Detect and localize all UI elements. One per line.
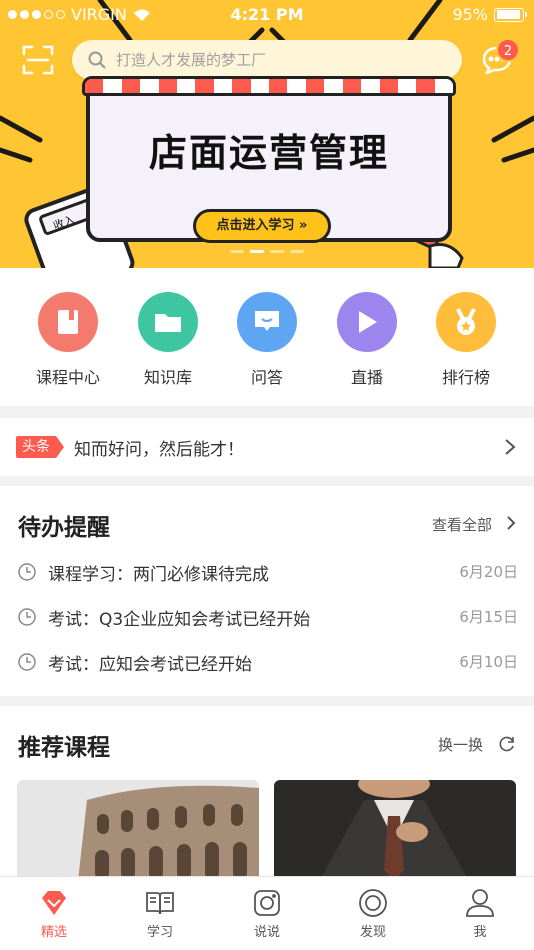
headline-tag: 头条 bbox=[16, 436, 64, 458]
banner-learn-button[interactable]: 点击进入学习 » bbox=[193, 209, 331, 243]
clock-icon bbox=[18, 653, 36, 671]
nav-live[interactable]: 直播 bbox=[327, 292, 407, 388]
search-bar[interactable] bbox=[72, 40, 462, 80]
todo-item[interactable]: 考试：Q3企业应知会考试已经开始 6月15日 bbox=[18, 605, 518, 630]
clock-icon bbox=[18, 608, 36, 626]
pager-dot bbox=[230, 250, 244, 253]
headline-bar[interactable]: 头条 知而好问，然后能才！ bbox=[0, 418, 534, 476]
chat-icon bbox=[237, 292, 297, 352]
open-book-icon bbox=[146, 892, 174, 915]
message-badge: 2 bbox=[496, 38, 520, 62]
todo-view-all-label: 查看全部 bbox=[432, 516, 493, 534]
nav-label: 课程中心 bbox=[35, 368, 100, 387]
todo-title: 待办提醒 bbox=[18, 515, 110, 541]
nav-leaderboard[interactable]: 排行榜 bbox=[426, 292, 506, 388]
chevron-right-icon bbox=[505, 439, 516, 455]
chevron-right-icon bbox=[507, 516, 516, 530]
pager-dot-active bbox=[250, 250, 264, 253]
nav-knowledge-base[interactable]: 知识库 bbox=[128, 292, 208, 388]
bottom-tab-bar: 精选 学习 说说 发现 我 bbox=[0, 876, 534, 950]
play-icon bbox=[337, 292, 397, 352]
camera-icon bbox=[254, 890, 280, 916]
search-icon bbox=[88, 51, 106, 69]
nav-label: 排行榜 bbox=[441, 368, 490, 387]
tab-me[interactable]: 我 bbox=[445, 887, 515, 940]
quick-nav: 课程中心 知识库 问答 直播 排行榜 bbox=[0, 268, 534, 406]
tab-posts[interactable]: 说说 bbox=[232, 887, 302, 940]
course-card[interactable] bbox=[17, 780, 259, 878]
businessman-image bbox=[274, 780, 516, 878]
refresh-button[interactable]: 换一换 bbox=[438, 734, 483, 755]
battery-icon bbox=[494, 7, 527, 22]
todo-item-text: 课程学习：两门必修课待完成 bbox=[48, 565, 269, 585]
tab-label: 发现 bbox=[359, 925, 386, 940]
todo-view-all-button[interactable]: 查看全部 bbox=[432, 514, 492, 535]
recommend-section: 推荐课程 换一换 bbox=[0, 706, 534, 878]
nav-qa[interactable]: 问答 bbox=[227, 292, 307, 388]
battery-percent: 95% bbox=[452, 5, 488, 24]
diamond-icon bbox=[42, 891, 66, 915]
tab-label: 说说 bbox=[253, 925, 280, 940]
tab-study[interactable]: 学习 bbox=[125, 887, 195, 940]
banner-awning bbox=[82, 76, 456, 96]
todo-item[interactable]: 课程学习：两门必修课待完成 6月20日 bbox=[18, 560, 518, 585]
nav-course-center[interactable]: 课程中心 bbox=[28, 292, 108, 388]
folder-icon bbox=[138, 292, 198, 352]
book-icon bbox=[38, 292, 98, 352]
nav-label: 直播 bbox=[350, 368, 383, 387]
nav-label: 问答 bbox=[250, 368, 283, 387]
todo-section: 待办提醒 查看全部 课程学习：两门必修课待完成 6月20日 考试：Q3企业应知会… bbox=[0, 486, 534, 696]
headline-text: 知而好问，然后能才！ bbox=[74, 440, 244, 460]
tab-discover[interactable]: 发现 bbox=[338, 887, 408, 940]
banner-pager bbox=[0, 250, 534, 253]
clock-icon bbox=[18, 563, 36, 581]
tab-label: 精选 bbox=[40, 925, 67, 940]
recommend-title: 推荐课程 bbox=[18, 735, 110, 761]
refresh-label: 换一换 bbox=[438, 736, 484, 754]
tab-featured[interactable]: 精选 bbox=[19, 887, 89, 940]
todo-item-text: 考试：Q3企业应知会考试已经开始 bbox=[48, 610, 311, 630]
tab-label: 学习 bbox=[146, 925, 173, 940]
nav-label: 知识库 bbox=[143, 368, 192, 387]
colosseum-image bbox=[17, 780, 259, 878]
search-input[interactable] bbox=[116, 51, 436, 69]
compass-icon bbox=[359, 889, 387, 917]
medal-icon bbox=[436, 292, 496, 352]
hero-banner[interactable]: 收入 VIRGIN 4:21 PM 95% 2 bbox=[0, 0, 534, 268]
pager-dot bbox=[270, 250, 284, 253]
todo-item-text: 考试：应知会考试已经开始 bbox=[48, 655, 252, 675]
tab-label: 我 bbox=[473, 925, 487, 940]
banner-title: 店面运营管理 bbox=[148, 131, 389, 175]
refresh-icon[interactable] bbox=[498, 735, 516, 753]
todo-item[interactable]: 考试：应知会考试已经开始 6月10日 bbox=[18, 650, 518, 675]
pager-dot bbox=[290, 250, 304, 253]
scan-icon[interactable] bbox=[22, 44, 54, 76]
todo-item-date: 6月20日 bbox=[459, 563, 518, 581]
todo-item-date: 6月10日 bbox=[459, 653, 518, 671]
status-bar: VIRGIN 4:21 PM 95% bbox=[0, 0, 534, 30]
course-card[interactable] bbox=[274, 780, 516, 878]
todo-item-date: 6月15日 bbox=[459, 608, 518, 626]
person-icon bbox=[466, 889, 494, 917]
